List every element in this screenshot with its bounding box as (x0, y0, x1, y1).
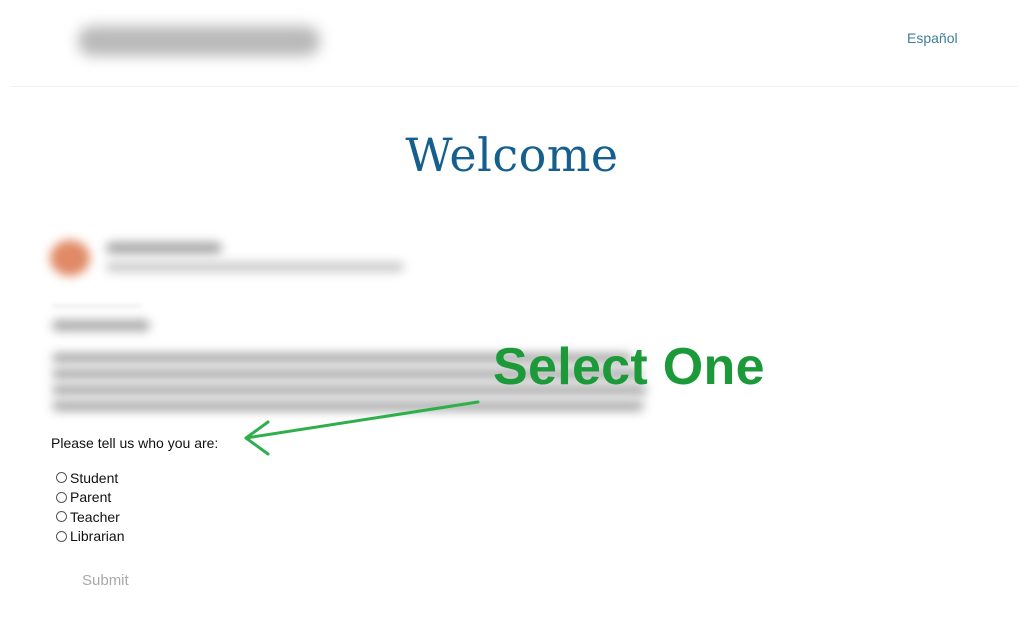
radio-label: Teacher (70, 508, 120, 525)
radio-button[interactable] (56, 530, 67, 542)
radio-option-parent[interactable]: Parent (56, 488, 124, 508)
radio-button[interactable] (56, 472, 67, 484)
radio-option-librarian[interactable]: Librarian (56, 527, 124, 547)
redacted-heading (52, 320, 150, 331)
avatar-redacted (50, 240, 90, 276)
role-radio-group: Student Parent Teacher Librarian (56, 468, 124, 546)
submit-button[interactable]: Submit (82, 572, 129, 589)
arrow-head (244, 420, 270, 456)
redacted-name-line (106, 242, 222, 254)
redacted-subtitle-line (106, 262, 404, 272)
logo-redacted[interactable] (78, 26, 320, 56)
role-prompt: Please tell us who you are: (51, 435, 219, 451)
radio-label: Librarian (70, 528, 125, 545)
annotation-arrow-icon (244, 400, 480, 456)
radio-button[interactable] (56, 491, 67, 503)
page-title: Welcome (405, 128, 619, 182)
language-link-espanol[interactable]: Español (907, 30, 958, 46)
radio-option-student[interactable]: Student (56, 468, 124, 488)
annotation-label: Select One (493, 338, 765, 396)
radio-label: Parent (70, 489, 112, 506)
redacted-paragraph-line-4 (52, 401, 644, 411)
radio-option-teacher[interactable]: Teacher (56, 507, 124, 527)
page-header: Español (10, 0, 1018, 87)
radio-button[interactable] (56, 511, 67, 523)
redacted-divider (52, 305, 142, 307)
radio-label: Student (70, 469, 119, 486)
